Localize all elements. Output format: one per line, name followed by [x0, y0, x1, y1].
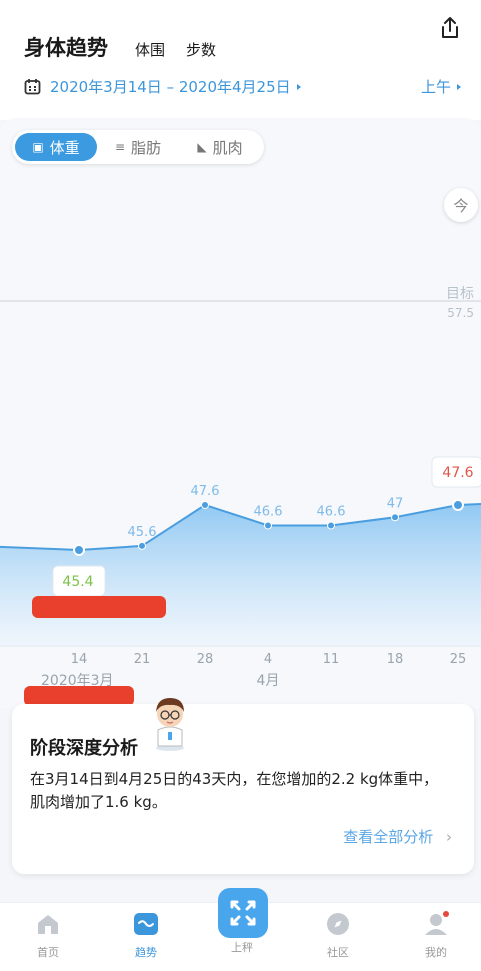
- data-point: [73, 544, 85, 556]
- tab-muscle-label: 肌肉: [212, 138, 243, 157]
- x-tick-label: 18: [387, 652, 404, 667]
- last-value-label: 47.6: [442, 465, 473, 481]
- x-tick-label: 4: [264, 652, 272, 667]
- tabbar-item-trend[interactable]: 趋势: [116, 911, 176, 960]
- tabbar-item-weigh[interactable]: 上秤: [212, 939, 272, 955]
- data-label: 46.6: [254, 504, 283, 519]
- caret-right-icon: [296, 83, 301, 90]
- date-range-selector[interactable]: 2020年3月14日 – 2020年4月25日: [24, 76, 301, 97]
- analysis-title: 阶段深度分析: [30, 738, 138, 759]
- muscle-icon: ◣: [197, 140, 207, 154]
- calendar-icon: [24, 79, 41, 95]
- doctor-avatar: [156, 698, 184, 751]
- tabbar-item-profile[interactable]: 我的: [406, 911, 466, 960]
- tabbar-label-profile: 我的: [425, 946, 447, 959]
- tab-steps[interactable]: 步数: [186, 39, 216, 60]
- weigh-button[interactable]: [218, 888, 268, 938]
- view-all-analysis-link[interactable]: 查看全部分析 ›: [343, 826, 452, 847]
- data-point: [264, 521, 272, 530]
- data-point: [391, 513, 399, 522]
- tab-body-trend[interactable]: 身体趋势: [24, 32, 108, 62]
- redaction-mark: [32, 596, 166, 618]
- trend-icon: [134, 913, 158, 935]
- data-point: [327, 521, 335, 530]
- data-label: 45.6: [128, 525, 157, 540]
- tabbar-item-community[interactable]: 社区: [308, 911, 368, 960]
- x-tick-label: 25: [450, 652, 467, 667]
- tabbar-label-community: 社区: [327, 946, 349, 959]
- today-button[interactable]: 今: [444, 188, 478, 222]
- data-point: [138, 541, 146, 550]
- x-tick-label: 21: [134, 652, 151, 667]
- tabbar-label-trend: 趋势: [135, 946, 157, 959]
- tab-circumference[interactable]: 体围: [135, 39, 165, 60]
- tabbar-label-weigh: 上秤: [231, 941, 253, 954]
- data-label: 47: [387, 496, 404, 511]
- data-label: 47.6: [191, 484, 220, 499]
- tab-weight[interactable]: ▣ 体重: [15, 133, 97, 161]
- data-label: 46.6: [317, 504, 346, 519]
- month-label: 4月: [257, 673, 280, 689]
- weight-chart[interactable]: 目标 57.5 14 45.6 21 47.6 28 46.6 4 46.6 11 47 18 25 45.…: [0, 118, 481, 708]
- period-label: 上午: [420, 78, 451, 96]
- fat-icon: ≡: [114, 140, 126, 154]
- tab-weight-label: 体重: [49, 138, 80, 157]
- compass-icon: [327, 913, 349, 935]
- goal-value: 57.5: [447, 306, 474, 320]
- tab-fat-label: 脂肪: [131, 138, 162, 157]
- tabbar-item-home[interactable]: 首页: [18, 911, 78, 960]
- analysis-card[interactable]: 阶段深度分析 在3月14日到4月25日的43天内，在您增加的2.2 kg体重中，…: [12, 704, 474, 874]
- expand-arrows-icon: [230, 900, 256, 926]
- header: 身体趋势 体围 步数 2020年3月14日 – 2020年4月25日 上午: [0, 0, 481, 120]
- tab-fat[interactable]: ≡ 脂肪: [97, 133, 179, 161]
- view-all-analysis-label: 查看全部分析: [343, 828, 434, 846]
- share-icon[interactable]: [439, 16, 461, 40]
- chevron-right-icon: ›: [446, 828, 452, 846]
- x-tick-label: 11: [323, 652, 340, 667]
- x-tick-label: 28: [197, 652, 214, 667]
- metric-switcher: ▣ 体重 ≡ 脂肪 ◣ 肌肉: [12, 130, 264, 164]
- x-tick-label: 14: [71, 652, 88, 667]
- date-range-label: 2020年3月14日 – 2020年4月25日: [50, 78, 291, 96]
- tabbar-label-home: 首页: [37, 946, 59, 959]
- caret-right-icon: [457, 83, 461, 90]
- tab-muscle[interactable]: ◣ 肌肉: [179, 133, 261, 161]
- data-point: [452, 499, 464, 511]
- analysis-text: 在3月14日到4月25日的43天内，在您增加的2.2 kg体重中，肌肉增加了1.…: [30, 770, 439, 811]
- period-selector[interactable]: 上午: [421, 76, 461, 97]
- redaction-mark: [24, 686, 134, 706]
- profile-icon: [425, 911, 449, 935]
- goal-label: 目标: [446, 286, 474, 302]
- scale-icon: ▣: [32, 140, 44, 154]
- home-icon: [38, 915, 58, 934]
- data-point: [201, 501, 209, 509]
- first-value-label: 45.4: [62, 574, 93, 590]
